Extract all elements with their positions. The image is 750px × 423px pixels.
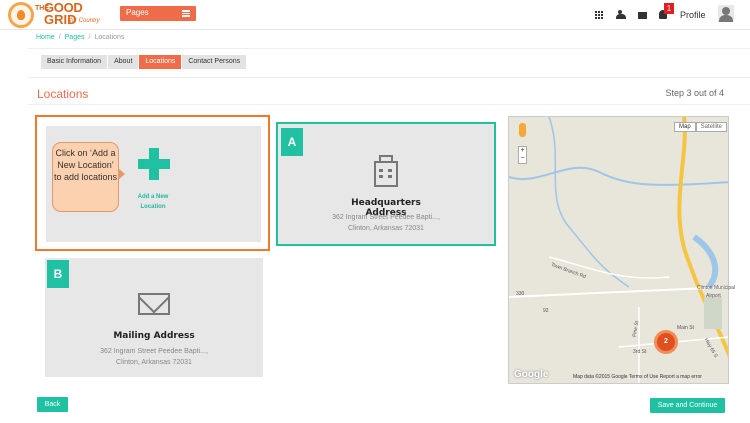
- breadcrumb-pages[interactable]: Pages: [65, 34, 85, 41]
- location-map[interactable]: [508, 116, 729, 384]
- page-tabs: Basic Information About Locations Contac…: [41, 55, 247, 69]
- hamburger-icon: [182, 10, 190, 17]
- profile-link[interactable]: Profile: [680, 10, 706, 20]
- divider: [28, 48, 750, 49]
- address-badge-b: B: [47, 260, 69, 288]
- address-badge-a: A: [281, 128, 303, 156]
- apps-grid-icon[interactable]: [595, 11, 603, 19]
- map-label: 330: [516, 291, 525, 297]
- zoom-in-button[interactable]: +: [519, 147, 526, 155]
- map-roads: [509, 117, 728, 383]
- address-line1: 362 Ingram Street Peedee Bapti...,: [100, 348, 208, 355]
- tab-about[interactable]: About: [108, 55, 139, 69]
- map-marker-cluster[interactable]: 2: [654, 330, 678, 354]
- address-title: Mailing Address: [113, 331, 195, 341]
- avatar[interactable]: [718, 5, 734, 22]
- callout-arrow-icon: [118, 168, 125, 180]
- tab-contact-persons[interactable]: Contact Persons: [182, 55, 247, 69]
- divider: [28, 77, 750, 78]
- tab-locations[interactable]: Locations: [139, 55, 182, 69]
- map-attribution: Map data ©2015 Google Terms of Use Repor…: [573, 374, 702, 380]
- building-icon: [373, 155, 399, 187]
- back-button[interactable]: Back: [37, 397, 68, 412]
- street-view-pegman-icon[interactable]: [519, 123, 526, 137]
- users-icon[interactable]: [616, 10, 626, 19]
- notification-badge: 1: [664, 3, 674, 14]
- map-tab-satellite[interactable]: Satellite: [695, 122, 728, 132]
- logo-script-text: for Country: [70, 18, 100, 24]
- zoom-out-button[interactable]: −: [519, 155, 526, 163]
- map-label: Main St: [677, 325, 694, 331]
- map-label: 92: [543, 308, 549, 314]
- pages-dropdown[interactable]: Pages: [120, 6, 196, 21]
- map-label: Clinton Municipal: [697, 285, 736, 291]
- top-navbar: THE GOOD GRID for Country Pages 1 Profil…: [0, 0, 750, 30]
- address-line1: 362 Ingram Street Peedee Bapti...,: [332, 214, 440, 221]
- breadcrumb-current: Locations: [94, 34, 125, 41]
- address-line2: Clinton, Arkansas 72031: [116, 359, 192, 366]
- section-title: Locations: [37, 87, 89, 101]
- map-label: Airport: [706, 293, 721, 299]
- add-location-label[interactable]: Add a New Location: [128, 192, 178, 212]
- plus-icon[interactable]: [138, 148, 170, 180]
- tab-basic-information[interactable]: Basic Information: [41, 55, 108, 69]
- logo-mark-icon: [8, 2, 34, 28]
- save-and-continue-button[interactable]: Save and Continue: [650, 398, 725, 413]
- logo[interactable]: THE GOOD GRID for Country: [8, 1, 108, 30]
- map-zoom-control[interactable]: + −: [518, 146, 527, 164]
- map-label: 3rd St: [633, 349, 647, 355]
- address-line2: Clinton, Arkansas 72031: [348, 225, 424, 232]
- divider: [28, 104, 750, 105]
- map-type-tabs: Map Satellite: [674, 122, 728, 132]
- breadcrumb: Home / Pages / Locations: [36, 34, 125, 41]
- google-logo: Google: [514, 369, 549, 380]
- tooltip-callout: Click on ‘Add a New Location’ to add loc…: [52, 142, 119, 212]
- envelope-icon: [138, 293, 170, 315]
- mail-icon[interactable]: [638, 12, 647, 19]
- map-tab-map[interactable]: Map: [674, 122, 696, 132]
- step-indicator: Step 3 out of 4: [665, 88, 724, 98]
- pages-dropdown-label: Pages: [126, 8, 149, 17]
- breadcrumb-home[interactable]: Home: [36, 34, 55, 41]
